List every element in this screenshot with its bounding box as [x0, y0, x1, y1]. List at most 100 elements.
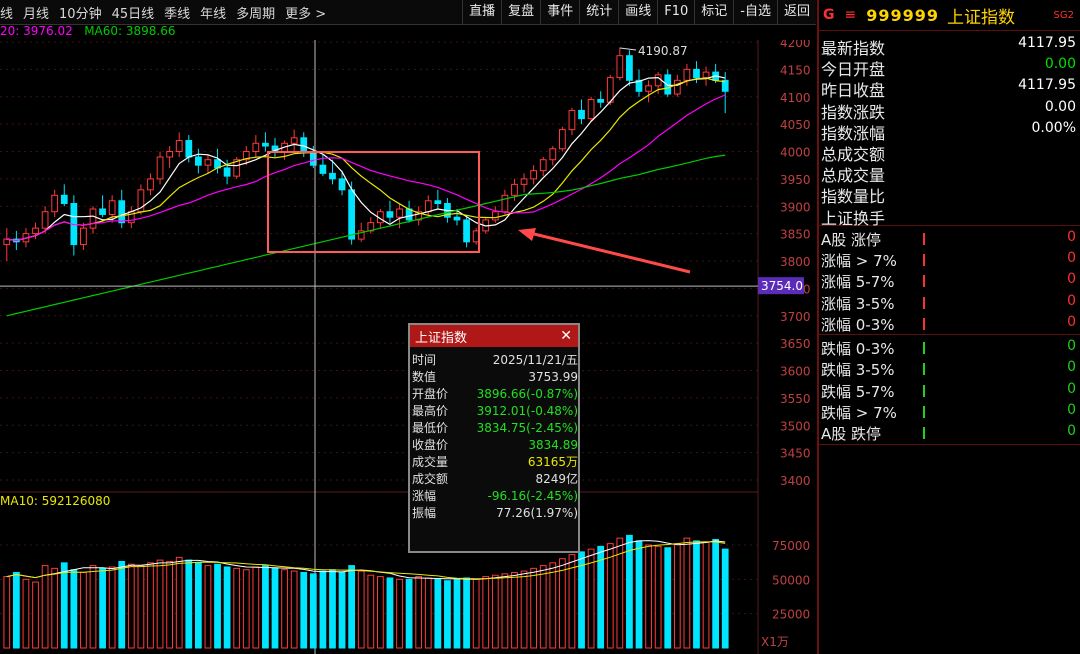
quote-value: 4117.95 [1018, 35, 1076, 51]
fall-stats: 跌幅 0-3% 0 跌幅 3-5% 0 跌幅 5-7% 0 跌幅 > 7% 0 A股 跌停 0 [819, 335, 1080, 443]
period-item-3[interactable]: 45日线 [112, 3, 155, 22]
toolbar-button-1[interactable]: 复盘 [501, 0, 540, 24]
volume-bar-down [348, 565, 356, 649]
period-item-6[interactable]: 多周期 [236, 3, 275, 22]
volume-bar-down [60, 562, 68, 649]
quote-row: 今日开盘 0.00 [819, 55, 1080, 79]
period-item-5[interactable]: 年线 [200, 3, 226, 22]
toolbar-button-3[interactable]: 统计 [579, 0, 618, 24]
candle-down [319, 164, 327, 174]
price-tick: 3850 [780, 228, 811, 242]
popup-value: 3912.01(-0.48%) [476, 403, 578, 418]
candle-down [223, 167, 231, 177]
volume-bar-down [185, 559, 193, 649]
volume-bar-down [712, 539, 720, 649]
popup-key: 成交量 [412, 455, 449, 469]
volume-bar-up [204, 565, 212, 649]
toolbar-button-8[interactable]: 返回 [776, 0, 816, 24]
volume-tick: 50000 [772, 573, 810, 587]
volume-bar-up [520, 570, 528, 649]
volume-bar-down [329, 569, 336, 649]
popup-value: 3896.66(-0.87%) [476, 386, 578, 401]
toolbar-button-4[interactable]: 画线 [618, 0, 657, 24]
period-item-4[interactable]: 季线 [164, 3, 190, 22]
candle-down [185, 140, 193, 158]
volume-bar-up [156, 559, 164, 649]
popup-header: 上证指数 ✕ [410, 325, 578, 347]
stat-row: A股 跌停 0 [819, 422, 1080, 443]
candle-up [673, 79, 681, 95]
volume-bar-up [558, 558, 566, 649]
stat-bar [923, 406, 925, 419]
volume-bar-up [108, 566, 116, 649]
index-code: 999999 [866, 5, 940, 25]
toolbar-button-6[interactable]: 标记 [694, 0, 733, 24]
volume-bar-down [300, 571, 308, 649]
popup-key: 最低价 [412, 421, 449, 435]
popup-value: -96.16(-2.45%) [487, 488, 579, 503]
price-tick: 3650 [780, 337, 811, 351]
group-label[interactable]: G [823, 7, 835, 23]
diamond-icon: ◇ [722, 40, 730, 41]
stat-row: 涨幅 3-5% 0 [819, 292, 1080, 313]
stat-row: 跌幅 > 7% 0 [819, 401, 1080, 422]
volume-bar-up [89, 565, 97, 649]
candle-up [41, 211, 49, 229]
stat-value: 0 [1067, 271, 1076, 288]
popup-key: 成交额 [412, 472, 449, 486]
volume-bar-down [194, 562, 202, 649]
popup-row: 振幅 77.26(1.97%) [412, 504, 578, 521]
toolbar-button-0[interactable]: 直播 [462, 0, 501, 24]
price-tick: 4200 [780, 40, 811, 50]
price-tick: 3550 [780, 392, 811, 406]
candle-down [99, 208, 106, 215]
candle-up [175, 140, 183, 153]
toolbar-button-7[interactable]: -自选 [733, 0, 777, 24]
toolbar-button-5[interactable]: F10 [657, 0, 694, 24]
stat-row: 涨幅 0-3% 0 [819, 313, 1080, 334]
period-item-2[interactable]: 10分钟 [59, 3, 102, 22]
candle-down [194, 156, 202, 166]
menu-icon[interactable]: ≡ [845, 7, 857, 23]
volume-bar-up [482, 576, 490, 649]
candle-up [204, 159, 212, 166]
period-item-7[interactable]: 更多 > [285, 3, 326, 22]
volume-bar-down [70, 569, 78, 649]
candle-up [290, 137, 298, 144]
ma5-line [6, 75, 726, 242]
volume-ma-legend: MA10: 592126080 [0, 494, 111, 508]
volume-bar-down [99, 567, 106, 649]
close-icon[interactable]: ✕ [560, 328, 572, 344]
popup-key: 时间 [412, 353, 437, 367]
volume-bar-up [415, 576, 423, 649]
volume-bar-up [3, 576, 11, 649]
candle-up [530, 170, 538, 180]
candle-up [252, 142, 260, 153]
popup-value: 3753.99 [528, 369, 578, 384]
toolbar-button-2[interactable]: 事件 [540, 0, 579, 24]
price-tick: 4100 [780, 91, 811, 105]
volume-bar-up [491, 574, 499, 649]
quote-label: 上证换手 [821, 208, 886, 228]
volume-bar-up [549, 562, 557, 649]
volume-bar-up [166, 560, 174, 649]
stat-label: 涨幅 3-5% [821, 294, 895, 313]
candle-down [578, 109, 585, 120]
price-tick: 4000 [780, 146, 811, 160]
volume-bar-up [137, 565, 145, 649]
candle-down [329, 172, 336, 180]
ma60-value: MA60: 3898.66 [84, 24, 176, 38]
period-item-0[interactable]: 线 [0, 3, 13, 22]
period-item-1[interactable]: 月线 [23, 3, 49, 22]
candle-down [597, 98, 605, 103]
candle-up [683, 68, 691, 81]
popup-value: 77.26(1.97%) [496, 505, 578, 520]
popup-value: 3834.89 [528, 437, 578, 452]
volume-bar-up [367, 574, 375, 649]
price-tick: 4150 [780, 63, 811, 77]
settings-icon: ⚙ [740, 40, 749, 41]
volume-bar-up [539, 565, 547, 649]
stat-value: 0 [1067, 359, 1076, 376]
popup-key: 振幅 [412, 506, 437, 520]
candle-up [80, 227, 87, 246]
